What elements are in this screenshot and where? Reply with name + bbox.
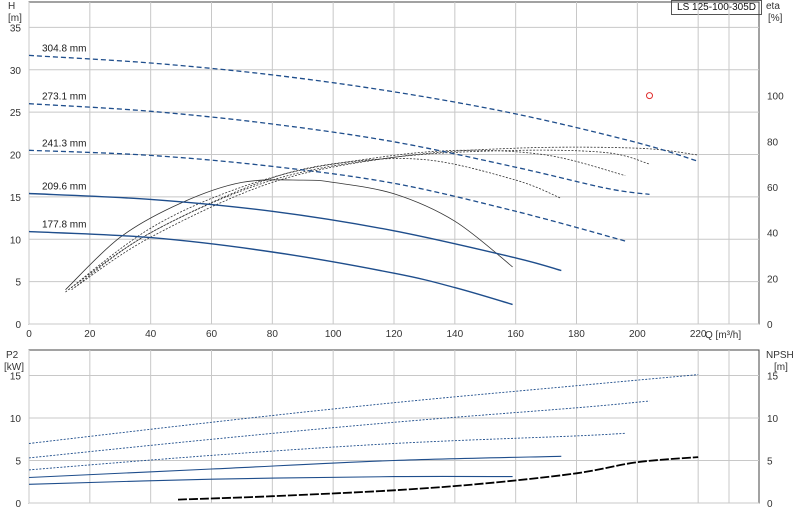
npsh-tick-label: 5 [767,457,773,468]
top-curves: 304.8 mm 273.1 mm 241.3 mm 209.6 mm 177.8 mm [28,43,699,306]
power-tick-label: 10 [10,414,22,425]
head-tick-label: 25 [10,108,22,119]
x-tick-label: 200 [629,329,646,340]
x-tick-label: 120 [386,329,403,340]
power-curve [28,400,650,459]
head-tick-label: 30 [10,66,22,77]
power-tick-label: 5 [15,457,21,468]
head-curve-label: 177.8 mm [42,220,86,231]
npsh-axis-unit: [m] [774,362,788,373]
eta-tick-label: 80 [767,137,779,148]
head-curve-label: 241.3 mm [42,138,86,149]
x-tick-label: 20 [84,329,96,340]
x-tick-label: 160 [507,329,524,340]
bottom-grid: 0 0 5 5 10 10 15 15 [10,349,779,510]
power-axis-unit: [kW] [4,362,24,373]
pump-performance-chart: 0 20 40 60 80 100 120 140 160 180 200 2200510152025… [4,1,794,510]
x-tick-label: 40 [145,329,157,340]
power-tick-label: 0 [15,499,21,510]
eta-tick-label: 0 [767,320,773,331]
npsh-tick-label: 0 [767,499,773,510]
head-curve-label: 209.6 mm [42,182,86,193]
top-grid: 0 20 40 60 80 100 120 140 160 180 200 2200510152025… [10,1,784,340]
x-tick-label: 100 [325,329,342,340]
x-axis-label: Q [m³/h] [705,330,741,341]
power-curve [28,432,626,471]
efficiency-curve [74,146,699,288]
head-axis-name: H [8,1,15,12]
eta-axis-name: eta [766,1,780,12]
npsh-tick-label: 10 [767,414,779,425]
head-curve [28,103,650,196]
npsh-axis-name: NPSH [766,350,794,361]
efficiency-curve [68,149,626,291]
operating-point-marker [646,92,653,100]
power-curve [28,475,513,485]
head-curve [28,54,699,162]
eta-tick-label: 20 [767,274,779,285]
head-tick-label: 10 [10,235,22,246]
head-curve-label: 304.8 mm [42,43,86,54]
head-tick-label: 35 [10,23,22,34]
power-curve [28,374,699,444]
power-tick-label: 15 [10,372,22,383]
power-curve [28,455,562,479]
eta-tick-label: 40 [767,229,779,240]
x-tick-label: 140 [446,329,463,340]
eta-tick-label: 60 [767,183,779,194]
head-curve [28,149,626,242]
head-axis-unit: [m] [8,13,22,24]
x-tick-label: 60 [206,329,218,340]
eta-tick-label: 100 [767,92,784,103]
npsh-tick-label: 15 [767,372,779,383]
x-tick-label: 80 [267,329,279,340]
head-tick-label: 20 [10,151,22,162]
bottom-curves [28,374,699,501]
head-tick-label: 0 [15,320,21,331]
head-curve [28,192,562,272]
x-tick-label: 0 [26,329,32,340]
eta-axis-unit: [%] [768,13,783,24]
head-tick-label: 15 [10,193,22,204]
efficiency-curve [71,149,650,291]
axis-text: H [m] eta [%] Q [m³/h] P2 [kW] NPSH [m] [4,1,794,373]
efficiency-curve [65,158,562,293]
x-tick-label: 180 [568,329,585,340]
power-axis-name: P2 [6,350,19,361]
head-curve-label: 273.1 mm [42,92,86,103]
head-tick-label: 5 [15,278,21,289]
efficiency-curve [65,179,513,290]
